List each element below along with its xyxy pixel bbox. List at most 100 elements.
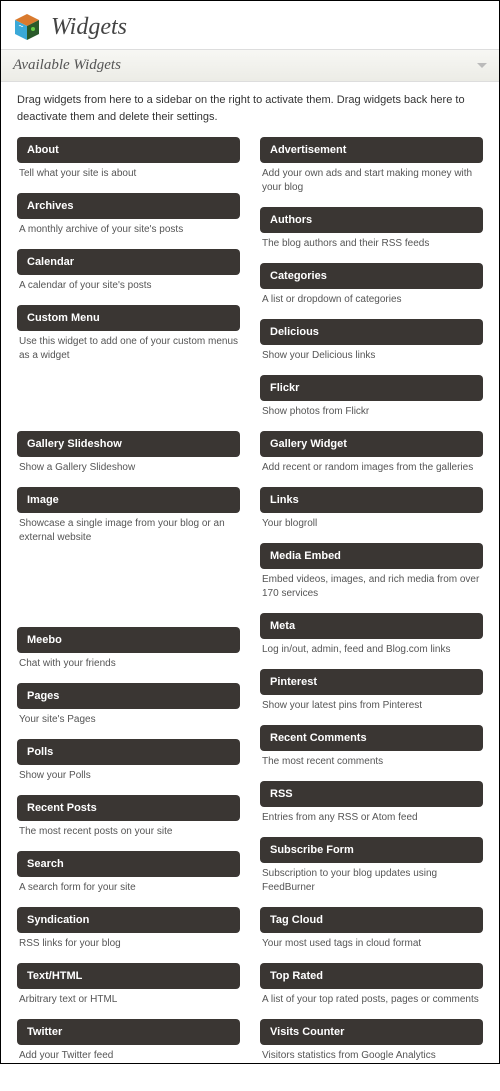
widget-header[interactable]: Recent Posts: [17, 795, 240, 821]
widget-item: Gallery SlideshowShow a Gallery Slidesho…: [17, 431, 240, 481]
widget-description: Your site's Pages: [17, 709, 240, 733]
widget-description: Show your Polls: [17, 765, 240, 789]
widget-description: Use this widget to add one of your custo…: [17, 331, 240, 369]
widget-item: AboutTell what your site is about: [17, 137, 240, 187]
widget-item: Text/HTMLArbitrary text or HTML: [17, 963, 240, 1013]
widget-item: TwitterAdd your Twitter feed: [17, 1019, 240, 1069]
widget-header[interactable]: Visits Counter: [260, 1019, 483, 1045]
widget-header[interactable]: Text/HTML: [17, 963, 240, 989]
widget-item: Top RatedA list of your top rated posts,…: [260, 963, 483, 1013]
widget-item: PollsShow your Polls: [17, 739, 240, 789]
widget-header[interactable]: Subscribe Form: [260, 837, 483, 863]
widget-header[interactable]: About: [17, 137, 240, 163]
widget-header[interactable]: Archives: [17, 193, 240, 219]
widget-description: The blog authors and their RSS feeds: [260, 233, 483, 257]
widget-header[interactable]: Search: [17, 851, 240, 877]
widgets-column-left: AboutTell what your site is about Archive…: [17, 137, 240, 1075]
widget-description: A list of your top rated posts, pages or…: [260, 989, 483, 1013]
widget-item: ArchivesA monthly archive of your site's…: [17, 193, 240, 243]
widget-item: MeeboChat with your friends: [17, 627, 240, 677]
widget-description: A calendar of your site's posts: [17, 275, 240, 299]
widgets-container: AboutTell what your site is about Archive…: [17, 137, 483, 1075]
widget-description: RSS links for your blog: [17, 933, 240, 957]
widget-item: Recent PostsThe most recent posts on you…: [17, 795, 240, 845]
widget-description: Add your own ads and start making money …: [260, 163, 483, 201]
widget-description: Your blogroll: [260, 513, 483, 537]
widget-description: A search form for your site: [17, 877, 240, 901]
instructions-text: Drag widgets from here to a sidebar on t…: [17, 92, 483, 125]
widget-item: Tag CloudYour most used tags in cloud fo…: [260, 907, 483, 957]
widget-description: The most recent comments: [260, 751, 483, 775]
widget-description: Show photos from Flickr: [260, 401, 483, 425]
available-widgets-panel-header[interactable]: Available Widgets: [1, 49, 499, 82]
widget-header[interactable]: Meebo: [17, 627, 240, 653]
layout-spacer: [17, 375, 240, 431]
widget-description: Embed videos, images, and rich media fro…: [260, 569, 483, 607]
widget-header[interactable]: Links: [260, 487, 483, 513]
widget-header[interactable]: Tag Cloud: [260, 907, 483, 933]
widget-header[interactable]: Top Rated: [260, 963, 483, 989]
widget-description: The most recent posts on your site: [17, 821, 240, 845]
widget-item: AdvertisementAdd your own ads and start …: [260, 137, 483, 201]
widget-description: A monthly archive of your site's posts: [17, 219, 240, 243]
widgets-column-right: AdvertisementAdd your own ads and start …: [260, 137, 483, 1075]
widget-item: Custom MenuUse this widget to add one of…: [17, 305, 240, 369]
widget-item: Subscribe FormSubscription to your blog …: [260, 837, 483, 901]
widget-item: Media EmbedEmbed videos, images, and ric…: [260, 543, 483, 607]
widget-header[interactable]: Gallery Widget: [260, 431, 483, 457]
widget-header[interactable]: Syndication: [17, 907, 240, 933]
widget-header[interactable]: Pinterest: [260, 669, 483, 695]
widget-description: Show your Delicious links: [260, 345, 483, 369]
widget-header[interactable]: Polls: [17, 739, 240, 765]
widget-header[interactable]: Categories: [260, 263, 483, 289]
widget-header[interactable]: Gallery Slideshow: [17, 431, 240, 457]
widget-item: RSSEntries from any RSS or Atom feed: [260, 781, 483, 831]
widget-item: Gallery WidgetAdd recent or random image…: [260, 431, 483, 481]
widget-header[interactable]: Image: [17, 487, 240, 513]
panel-content: Drag widgets from here to a sidebar on t…: [1, 82, 499, 1091]
widget-item: SyndicationRSS links for your blog: [17, 907, 240, 957]
widget-item: DeliciousShow your Delicious links: [260, 319, 483, 369]
widget-item: AuthorsThe blog authors and their RSS fe…: [260, 207, 483, 257]
widget-description: Visitors statistics from Google Analytic…: [260, 1045, 483, 1069]
widget-description: Your most used tags in cloud format: [260, 933, 483, 957]
widget-description: Show your latest pins from Pinterest: [260, 695, 483, 719]
widget-description: Tell what your site is about: [17, 163, 240, 187]
widget-header[interactable]: Recent Comments: [260, 725, 483, 751]
widget-header[interactable]: Flickr: [260, 375, 483, 401]
widget-description: Showcase a single image from your blog o…: [17, 513, 240, 551]
widget-header[interactable]: Advertisement: [260, 137, 483, 163]
widget-item: CalendarA calendar of your site's posts: [17, 249, 240, 299]
widget-item: PagesYour site's Pages: [17, 683, 240, 733]
widget-item: ImageShowcase a single image from your b…: [17, 487, 240, 551]
widget-item: PinterestShow your latest pins from Pint…: [260, 669, 483, 719]
widget-header[interactable]: Media Embed: [260, 543, 483, 569]
widget-header[interactable]: Custom Menu: [17, 305, 240, 331]
layout-spacer: [17, 557, 240, 627]
widget-item: SearchA search form for your site: [17, 851, 240, 901]
widget-description: Subscription to your blog updates using …: [260, 863, 483, 901]
widget-item: MetaLog in/out, admin, feed and Blog.com…: [260, 613, 483, 663]
widget-description: Add recent or random images from the gal…: [260, 457, 483, 481]
widget-header[interactable]: Calendar: [17, 249, 240, 275]
widget-header[interactable]: Authors: [260, 207, 483, 233]
widget-header[interactable]: Meta: [260, 613, 483, 639]
chevron-down-icon: [477, 63, 487, 68]
widget-item: Recent CommentsThe most recent comments: [260, 725, 483, 775]
widget-item: CategoriesA list or dropdown of categori…: [260, 263, 483, 313]
widget-item: LinksYour blogroll: [260, 487, 483, 537]
widget-header[interactable]: Twitter: [17, 1019, 240, 1045]
widget-header[interactable]: Delicious: [260, 319, 483, 345]
widget-description: Entries from any RSS or Atom feed: [260, 807, 483, 831]
widget-description: Arbitrary text or HTML: [17, 989, 240, 1013]
panel-title: Available Widgets: [13, 57, 121, 74]
widget-item: Visits CounterVisitors statistics from G…: [260, 1019, 483, 1069]
widget-header[interactable]: Pages: [17, 683, 240, 709]
page-title: Widgets: [51, 14, 127, 41]
widget-description: Show a Gallery Slideshow: [17, 457, 240, 481]
widget-header[interactable]: RSS: [260, 781, 483, 807]
widget-description: Chat with your friends: [17, 653, 240, 677]
widget-description: Add your Twitter feed: [17, 1045, 240, 1069]
widget-description: Log in/out, admin, feed and Blog.com lin…: [260, 639, 483, 663]
widgets-icon: [13, 13, 41, 41]
